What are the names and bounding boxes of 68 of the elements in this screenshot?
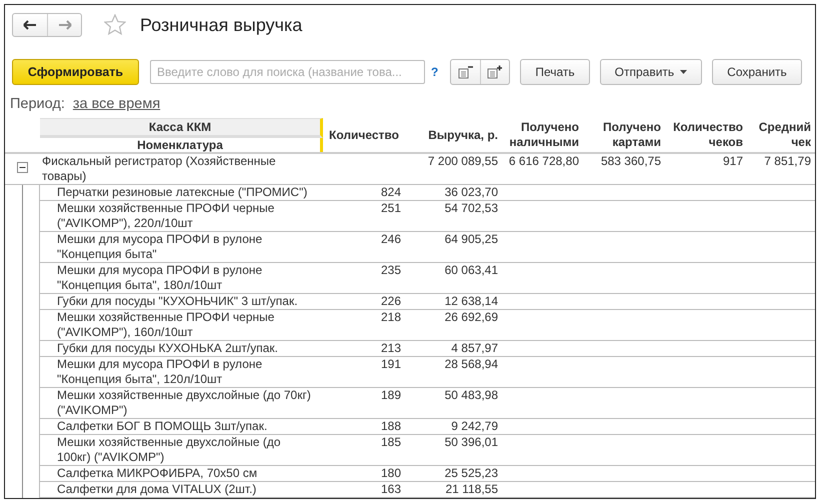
toolbar-button[interactable]: Печать [520,59,590,85]
table-cell: 824 [380,185,401,199]
period-label: Период: [10,96,65,112]
table-cell: 189 [380,388,401,402]
help-link[interactable]: ? [431,65,438,79]
table-cell: 163 [380,482,401,496]
table-cell: 54 702,53 [444,201,498,215]
back-arrow-icon [23,20,37,30]
table-cell: 28 568,94 [444,357,498,371]
table-cell: 26 692,69 [444,310,498,324]
table-cell: 21 118,55 [446,482,498,496]
column-header[interactable]: Получено картами [587,120,661,150]
table-cell: 917 [722,154,743,168]
table-cell: 4 857,97 [451,341,498,355]
forward-arrow-icon [58,20,72,30]
table-cell: 213 [380,341,401,355]
table-cell: 6 616 728,80 [508,154,579,168]
table-cell: 218 [380,310,401,324]
table-cell: 180 [380,466,401,480]
collapse-toggle-icon[interactable] [17,162,28,173]
item-name: Мешки для мусора ПРОФИ в рулоне "Концепция быта", 120л/10шт [57,357,262,386]
item-name: Губки для посуды "КУХОНЬЧИК" 3 шт/упак. [57,294,298,308]
item-name: Мешки хозяйственные ПРОФИ черные ("AVIKOMP"), 160л/10шт [57,310,274,339]
table-cell: 50 483,98 [444,388,498,402]
table-cell: 246 [380,232,401,246]
period-link[interactable]: за все время [72,96,160,112]
table-cell: 36 023,70 [444,185,498,199]
table-cell: 7 851,79 [764,154,811,168]
item-name: Мешки для мусора ПРОФИ в рулоне "Концепция быта", 180л/10шт [57,263,262,292]
column-header[interactable]: Получено наличными [506,120,579,150]
table-cell: 185 [380,435,401,449]
send-dropdown-button[interactable]: Отправить [600,59,702,85]
generate-button[interactable]: Сформировать [12,59,139,85]
caret-icon [680,70,688,74]
table-cell: 12 638,14 [444,294,498,308]
column-header[interactable]: Количество [329,128,399,142]
table-cell: 60 063,41 [444,263,498,277]
item-name: Губки для посуды КУХОНЬКА 2шт/упак. [57,341,278,355]
expand-icon [487,65,504,79]
table-cell: 226 [380,294,401,308]
item-name: Салфетки для дома VITALUX (2шт.) [57,482,256,496]
table-cell: 235 [380,263,401,277]
item-name: Мешки хозяйственные ПРОФИ черные ("AVIKOMP"), 220л/10шт [57,201,274,230]
item-name: Мешки для мусора ПРОФИ в рулоне "Концепция быта" [57,232,262,261]
item-name: Мешки хозяйственные двухслойные (до 100кг) ("AVIKOMP") [57,435,281,464]
column-header[interactable]: Количество чеков [669,120,743,150]
table-cell: 251 [380,201,401,215]
item-name: Салфетки БОГ В ПОМОЩЬ 3шт/упак. [57,419,268,433]
column-header[interactable]: Выручка, р. [428,128,498,142]
item-name: Мешки хозяйственные двухслойные (до 70кг) ("AVIKOMP") [57,388,311,417]
collapse-icon [458,65,474,79]
table-cell: 9 242,79 [451,419,498,433]
item-name: Перчатки резиновые латексные ("ПРОМИС") [57,185,308,199]
group-name: Фискальный регистратор (Хозяйственные товары) [42,154,276,183]
star-icon[interactable] [104,14,126,36]
table-cell: 50 396,01 [444,435,498,449]
column-header[interactable]: Средний чек [751,120,811,150]
table-cell: 188 [380,419,401,433]
item-name: Салфетка МИКРОФИБРА, 70x50 см [57,466,258,480]
column-header[interactable]: Касса ККМ [40,118,323,138]
table-cell: 25 525,23 [444,466,498,480]
toolbar-button[interactable]: Сохранить [712,59,802,85]
search-field[interactable]: Введите слово для поиска (название това... [150,60,425,84]
table-cell: 7 200 089,55 [428,154,498,168]
table-cell: 583 360,75 [600,154,661,168]
window-title: Розничная выручка [140,14,302,36]
table-cell: 191 [380,357,401,371]
table-cell: 64 905,25 [444,232,498,246]
